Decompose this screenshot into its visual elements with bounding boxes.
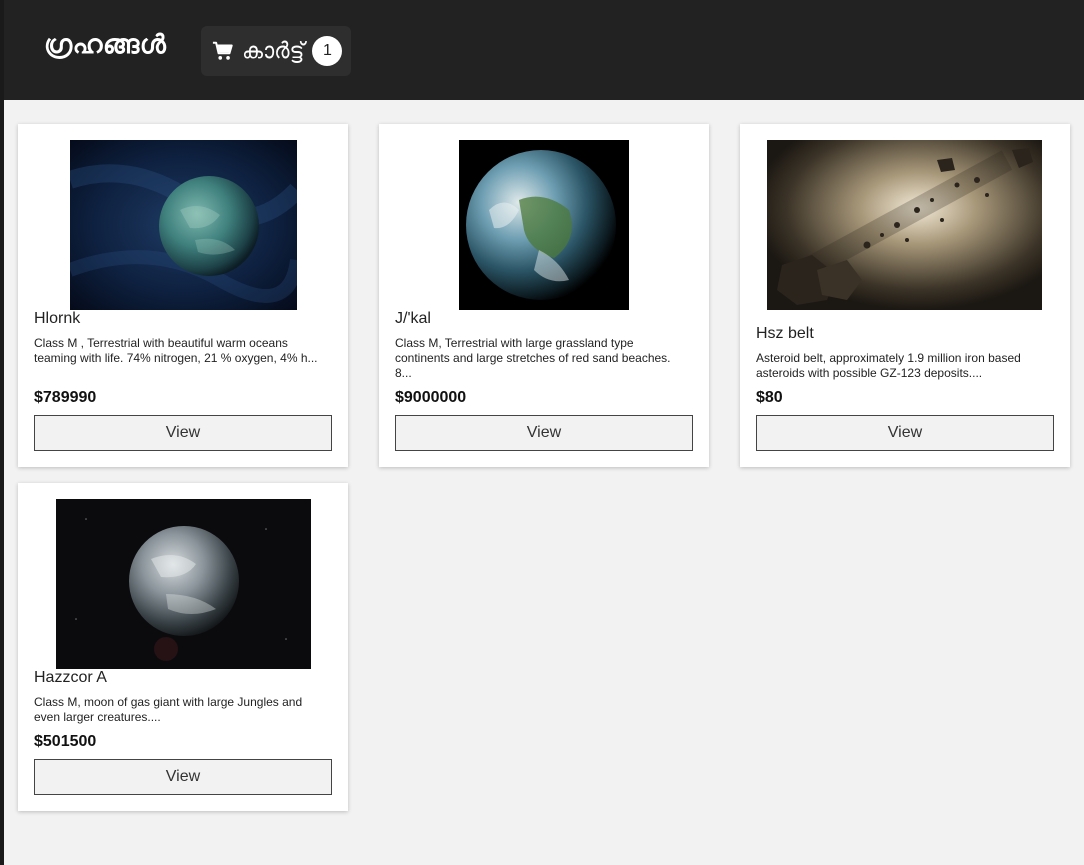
product-description: Class M, moon of gas giant with large Ju… bbox=[34, 695, 303, 724]
product-name: J/'kal bbox=[395, 310, 431, 327]
product-description: Class M , Terrestrial with beautiful war… bbox=[34, 336, 318, 365]
product-price: $80 bbox=[756, 389, 783, 406]
product-description: Class M, Terrestrial with large grasslan… bbox=[395, 336, 671, 380]
cart-button[interactable]: കാർട്ട് 1 bbox=[201, 26, 351, 76]
view-button[interactable]: View bbox=[34, 759, 332, 795]
product-card: Hazzcor A Class M, moon of gas giant wit… bbox=[18, 483, 348, 811]
product-card: J/'kal Class M, Terrestrial with large g… bbox=[379, 124, 709, 467]
view-button[interactable]: View bbox=[34, 415, 332, 451]
product-description: Asteroid belt, approximately 1.9 million… bbox=[756, 351, 1021, 380]
ocean-planet-image bbox=[70, 140, 297, 310]
product-card: Hsz belt Asteroid belt, approximately 1.… bbox=[740, 124, 1070, 467]
top-navbar: ഗ്രഹങ്ങൾ കാർട്ട് 1 bbox=[4, 0, 1084, 100]
product-card: Hlornk Class M , Terrestrial with beauti… bbox=[18, 124, 348, 467]
product-name: Hlornk bbox=[34, 310, 81, 327]
view-button[interactable]: View bbox=[756, 415, 1054, 451]
asteroid-belt-image bbox=[767, 140, 1042, 310]
product-name: Hazzcor A bbox=[34, 669, 107, 686]
earthlike-planet-image bbox=[459, 140, 629, 310]
window-edge bbox=[0, 0, 4, 865]
product-price: $501500 bbox=[34, 733, 97, 750]
brand-title[interactable]: ഗ്രഹങ്ങൾ bbox=[44, 30, 166, 61]
cloudy-moon-image bbox=[56, 499, 311, 669]
shopping-cart-icon bbox=[212, 41, 233, 60]
cart-label: കാർട്ട് bbox=[242, 38, 305, 64]
product-name: Hsz belt bbox=[756, 325, 814, 342]
product-price: $789990 bbox=[34, 389, 97, 406]
cart-count-badge: 1 bbox=[312, 36, 343, 66]
product-price: $9000000 bbox=[395, 389, 467, 406]
view-button[interactable]: View bbox=[395, 415, 693, 451]
